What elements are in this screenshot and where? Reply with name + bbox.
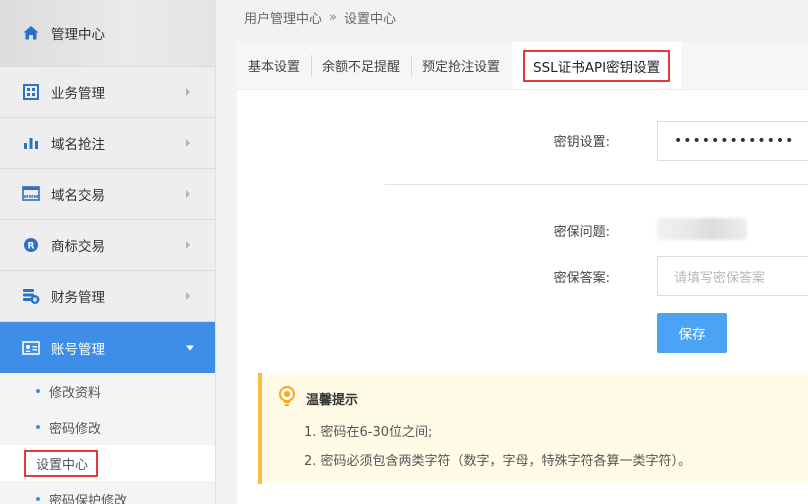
security-question-value <box>657 218 747 240</box>
sidebar-item-domain-trade[interactable]: www 域名交易 <box>0 169 215 220</box>
coins-icon: ¥ <box>22 287 40 305</box>
bullet-icon <box>36 425 40 429</box>
chevron-right-icon <box>186 190 190 198</box>
lightbulb-icon <box>277 385 297 406</box>
question-row: 密保问题: <box>490 221 610 240</box>
chevron-right-icon <box>186 139 190 147</box>
api-key-input[interactable]: ••••••••••••• <box>657 121 808 161</box>
chevron-right-icon <box>186 88 190 96</box>
bullet-icon <box>36 497 40 501</box>
tip-title: 温馨提示 <box>306 393 359 408</box>
tab-basic-settings[interactable]: 基本设置 <box>237 42 311 89</box>
chevron-right-icon <box>186 241 190 249</box>
tab-label: 预定抢注设置 <box>422 60 501 75</box>
tab-low-balance-alert[interactable]: 余额不足提醒 <box>311 42 411 89</box>
tab-ssl-api-key[interactable]: SSL证书API密钥设置 <box>512 42 682 89</box>
submenu-label: 密码修改 <box>49 421 102 437</box>
bullet-icon <box>36 389 40 393</box>
divider <box>385 184 808 185</box>
save-button[interactable]: 保存 <box>657 313 727 353</box>
registered-icon: R <box>22 236 40 254</box>
answer-row: 密保答案: <box>490 267 610 286</box>
breadcrumb-root[interactable]: 用户管理中心 <box>244 8 322 27</box>
sidebar-item-label: 域名交易 <box>51 188 105 204</box>
security-answer-input[interactable]: 请填写密保答案 <box>657 256 808 296</box>
breadcrumb: 用户管理中心 » 设置中心 <box>216 0 808 35</box>
tab-label: SSL证书API密钥设置 <box>523 49 671 82</box>
answer-label: 密保答案: <box>553 271 610 286</box>
tab-reservation-settings[interactable]: 预定抢注设置 <box>411 42 511 89</box>
question-label: 密保问题: <box>553 225 610 240</box>
sidebar-item-trademark[interactable]: R 商标交易 <box>0 220 215 271</box>
key-label: 密钥设置: <box>553 135 610 150</box>
submenu-change-password[interactable]: 密码修改 <box>0 409 215 445</box>
svg-text:www: www <box>23 194 38 200</box>
api-key-value: ••••••••••••• <box>674 133 795 149</box>
sidebar-item-label: 商标交易 <box>51 239 105 255</box>
tip-line-1: 1. 密码在6-30位之间; <box>304 425 433 440</box>
breadcrumb-current: 设置中心 <box>343 12 396 27</box>
submenu-label: 设置中心 <box>36 457 89 473</box>
key-row: 密钥设置: <box>490 131 610 150</box>
sidebar-item-label: 财务管理 <box>51 290 105 306</box>
chevron-down-icon <box>186 345 194 350</box>
highlight-box: 设置中心 <box>24 449 99 477</box>
submenu-label: 修改资料 <box>49 385 102 401</box>
sidebar-home-label: 管理中心 <box>51 27 105 43</box>
submenu-security-question[interactable]: 密码保护修改 <box>0 481 215 504</box>
tab-label: 基本设置 <box>248 60 301 75</box>
sidebar-item-domain-snatch[interactable]: 域名抢注 <box>0 118 215 169</box>
account-submenu: 修改资料 密码修改 设置中心 密码保护修改 <box>0 373 215 504</box>
sidebar-item-label: 业务管理 <box>51 86 105 102</box>
answer-placeholder: 请填写密保答案 <box>674 270 766 286</box>
sidebar: 管理中心 业务管理 域名抢注 www 域名交易 R 商标交易 ¥ 财务管理 账号… <box>0 0 216 504</box>
id-card-icon <box>22 339 40 357</box>
grid-icon <box>22 83 40 101</box>
tip-box: 温馨提示 1. 密码在6-30位之间; 2. 密码必须包含两类字符（数字，字母，… <box>258 373 808 484</box>
submenu-settings-center[interactable]: 设置中心 <box>0 445 215 481</box>
chevron-right-icon <box>186 292 190 300</box>
svg-text:R: R <box>28 242 35 252</box>
submenu-label: 密码保护修改 <box>49 493 128 504</box>
tab-label: 余额不足提醒 <box>322 60 401 75</box>
sidebar-item-account[interactable]: 账号管理 <box>0 322 215 373</box>
sidebar-item-label: 账号管理 <box>51 341 105 358</box>
home-icon <box>22 24 40 42</box>
sidebar-item-label: 域名抢注 <box>51 137 105 153</box>
bar-chart-icon <box>22 134 40 152</box>
sidebar-item-business[interactable]: 业务管理 <box>0 67 215 118</box>
breadcrumb-separator: » <box>329 10 337 25</box>
submenu-edit-profile[interactable]: 修改资料 <box>0 373 215 409</box>
tip-line-2: 2. 密码必须包含两类字符（数字，字母，特殊字符各算一类字符）。 <box>304 454 692 469</box>
sidebar-item-home[interactable]: 管理中心 <box>0 0 215 67</box>
www-icon: www <box>22 185 40 203</box>
tab-bar: 基本设置 余额不足提醒 预定抢注设置 SSL证书API密钥设置 <box>237 42 808 90</box>
sidebar-item-finance[interactable]: ¥ 财务管理 <box>0 271 215 322</box>
